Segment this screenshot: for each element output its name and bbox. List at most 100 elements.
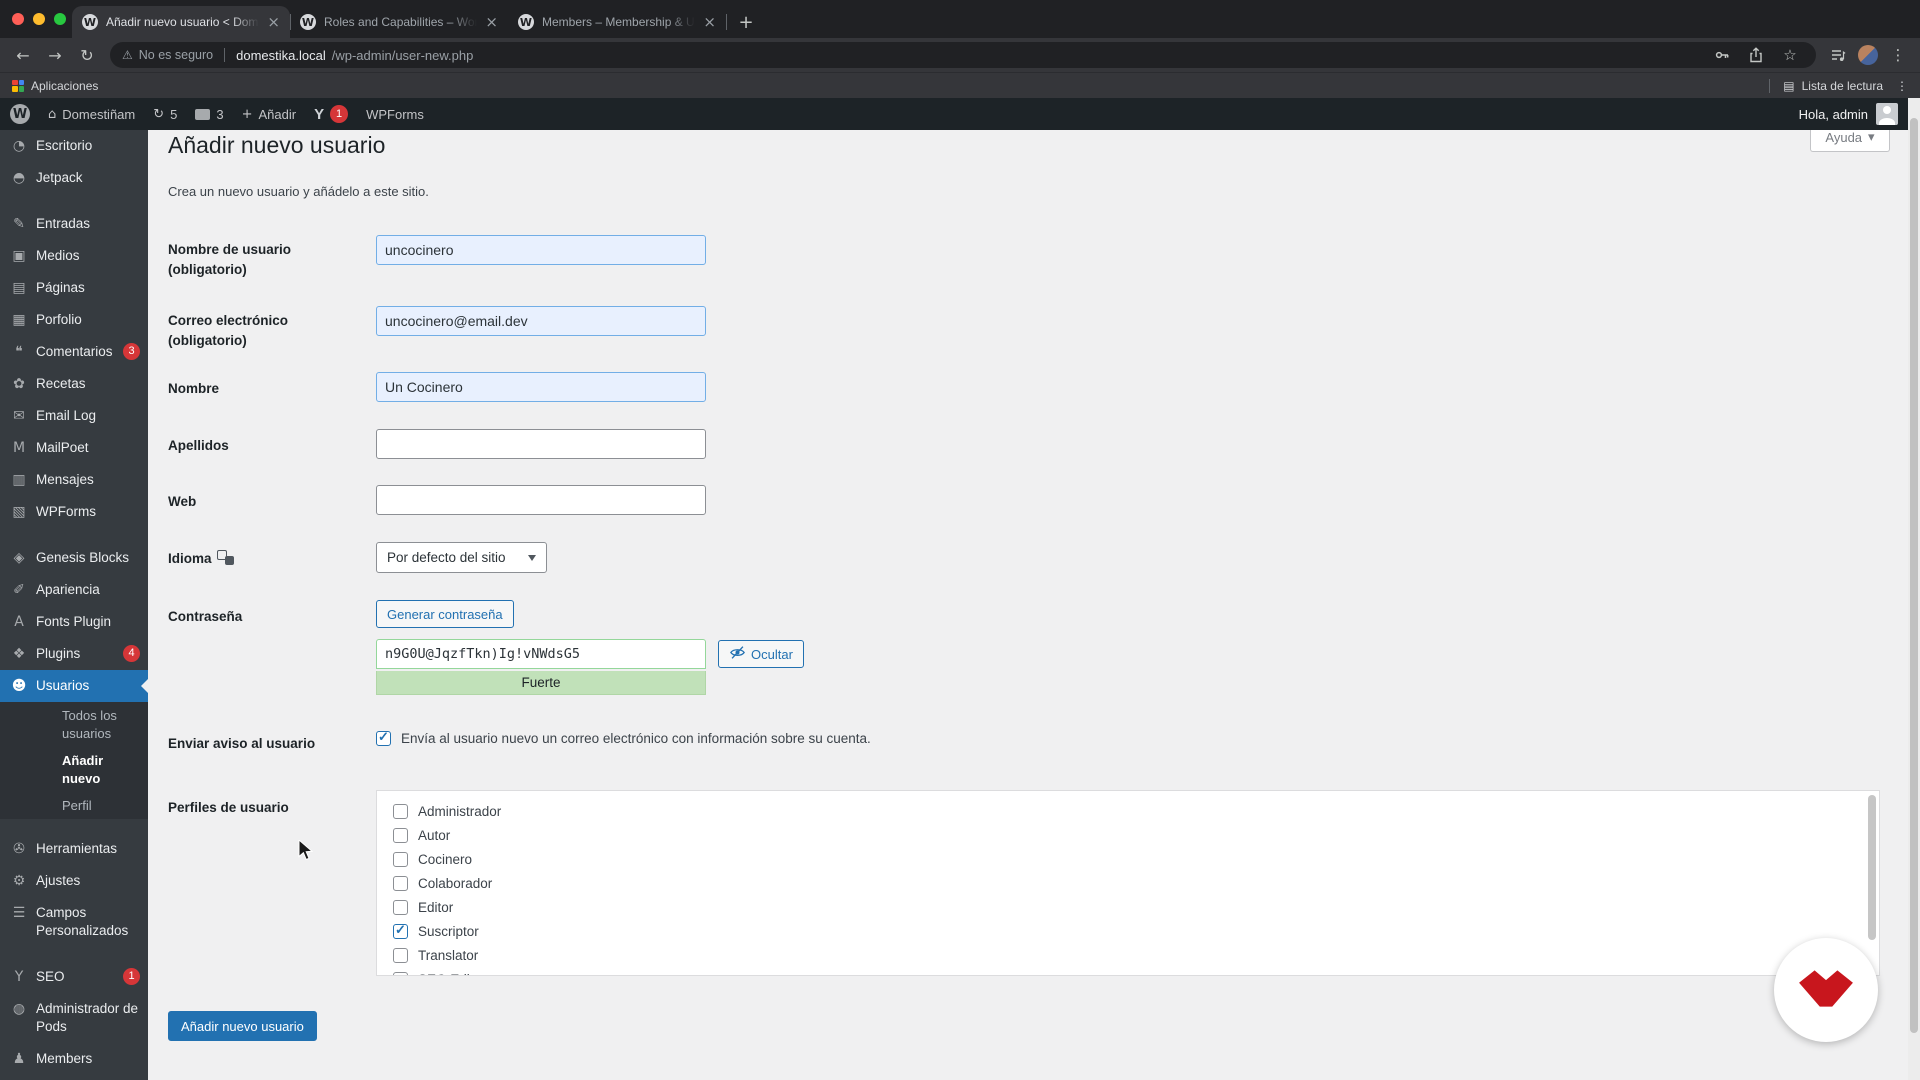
send-notice-option[interactable]: Envía al usuario nuevo un correo electró…: [376, 729, 871, 746]
sidebar-item[interactable]: ✿ Recetas: [0, 368, 148, 400]
roles-scrollbar-thumb[interactable]: [1868, 795, 1876, 940]
wpforms-menu[interactable]: WPForms: [366, 107, 424, 122]
extension-icon[interactable]: [1824, 41, 1852, 69]
role-checkbox[interactable]: [393, 875, 408, 891]
domestika-logo-widget[interactable]: [1774, 938, 1878, 1042]
sidebar-item[interactable]: ▧ WPForms: [0, 496, 148, 528]
comment-icon: [195, 108, 211, 120]
user-avatar[interactable]: [1876, 103, 1898, 125]
sidebar-item[interactable]: ♟ Members: [0, 1043, 148, 1075]
browser-tab[interactable]: W Añadir nuevo usuario < Domes ×: [72, 6, 290, 38]
language-select[interactable]: Por defecto del sitio: [376, 542, 547, 573]
minimize-window-button[interactable]: [33, 13, 45, 25]
role-checkbox[interactable]: [393, 899, 408, 915]
sidebar-item[interactable]: ◓ Jetpack: [0, 162, 148, 194]
role-label: Administrador: [418, 803, 502, 819]
new-tab-button[interactable]: +: [726, 6, 766, 38]
role-checkbox[interactable]: [393, 851, 408, 867]
username-field[interactable]: [376, 235, 706, 265]
scrollbar-thumb[interactable]: [1910, 118, 1918, 1033]
tab-close-icon[interactable]: ×: [267, 13, 280, 31]
sidebar-item[interactable]: ❖ Plugins 4: [0, 638, 148, 670]
browser-tab-bar: W Añadir nuevo usuario < Domes × W Roles…: [0, 0, 1920, 38]
email-field[interactable]: [376, 306, 706, 336]
sidebar-item[interactable]: ☻ Usuarios: [0, 670, 148, 702]
comments-menu[interactable]: 3: [195, 107, 224, 122]
add-user-submit-button[interactable]: Añadir nuevo usuario: [168, 1011, 317, 1041]
yoast-seo-menu[interactable]: Y 1: [314, 105, 349, 123]
messages-icon: ▥: [12, 472, 26, 488]
reading-list-icon[interactable]: ▤: [1783, 79, 1794, 93]
browser-tab[interactable]: W Roles and Capabilities – WordP ×: [290, 6, 508, 38]
send-notice-checkbox[interactable]: [376, 729, 391, 746]
bookmark-star-icon[interactable]: ☆: [1776, 41, 1804, 69]
wp-logo-menu[interactable]: W: [10, 104, 30, 124]
role-option[interactable]: Cocinero: [377, 847, 1879, 871]
help-tab[interactable]: Ayuda ▾: [1810, 130, 1890, 152]
role-checkbox[interactable]: [393, 947, 408, 963]
sidebar-item[interactable]: ◍ Administrador de Pods: [0, 993, 148, 1043]
browser-menu-kebab-icon[interactable]: ⋮: [1884, 41, 1912, 69]
site-name-menu[interactable]: ⌂ Domestiñam: [48, 107, 135, 122]
first-name-field[interactable]: [376, 372, 706, 402]
last-name-field[interactable]: [376, 429, 706, 459]
apps-grid-icon[interactable]: [12, 79, 24, 92]
page-scrollbar[interactable]: [1908, 98, 1920, 1080]
sidebar-item[interactable]: ✐ Apariencia: [0, 574, 148, 606]
role-option[interactable]: Administrador: [377, 799, 1879, 823]
account-greeting[interactable]: Hola, admin: [1799, 107, 1868, 122]
role-option[interactable]: Suscriptor: [377, 919, 1879, 943]
browser-tab[interactable]: W Members – Membership & Use ×: [508, 6, 726, 38]
reload-icon[interactable]: ↻: [72, 41, 102, 69]
new-content-menu[interactable]: + Añadir: [242, 107, 296, 122]
sidebar-item[interactable]: Todos los usuarios: [0, 702, 148, 747]
password-field[interactable]: [376, 639, 706, 669]
password-key-icon[interactable]: [1708, 41, 1736, 69]
role-checkbox[interactable]: [393, 827, 408, 843]
sidebar-item[interactable]: ◈ Genesis Blocks: [0, 542, 148, 574]
sidebar-item[interactable]: ✎ Entradas: [0, 208, 148, 240]
role-option[interactable]: Translator: [377, 943, 1879, 967]
role-option[interactable]: Editor: [377, 895, 1879, 919]
sidebar-item[interactable]: ❝ Comentarios 3: [0, 336, 148, 368]
sidebar-item[interactable]: ⚙ Ajustes: [0, 865, 148, 897]
forward-icon[interactable]: →: [40, 41, 70, 69]
sidebar-item[interactable]: Perfil: [0, 792, 148, 819]
profile-avatar[interactable]: [1854, 41, 1882, 69]
apps-bookmark[interactable]: Aplicaciones: [31, 79, 98, 93]
sidebar-item[interactable]: Añadir nuevo: [0, 747, 148, 792]
role-checkbox[interactable]: [393, 803, 408, 819]
close-window-button[interactable]: [12, 13, 24, 25]
sidebar-item[interactable]: ◎ Smush: [0, 1075, 148, 1080]
back-icon[interactable]: ←: [8, 41, 38, 69]
website-field[interactable]: [376, 485, 706, 515]
tab-close-icon[interactable]: ×: [485, 13, 498, 31]
address-bar[interactable]: ⚠ No es seguro domestika.local /wp-admin…: [110, 42, 1816, 68]
sidebar-item[interactable]: ▦ Porfolio: [0, 304, 148, 336]
sidebar-item[interactable]: ▥ Mensajes: [0, 464, 148, 496]
role-option[interactable]: Autor: [377, 823, 1879, 847]
sidebar-item[interactable]: A Fonts Plugin: [0, 606, 148, 638]
sidebar-item[interactable]: ✉ Email Log: [0, 400, 148, 432]
tab-close-icon[interactable]: ×: [703, 13, 716, 31]
sidebar-item[interactable]: ▣ Medios: [0, 240, 148, 272]
sidebar-item[interactable]: M MailPoet: [0, 432, 148, 464]
sidebar-item[interactable]: ▤ Páginas: [0, 272, 148, 304]
share-icon[interactable]: [1742, 41, 1770, 69]
wordpress-favicon: W: [518, 14, 534, 30]
bookmarks-kebab-icon[interactable]: ⋮: [1896, 79, 1908, 93]
role-checkbox[interactable]: [393, 971, 408, 975]
sidebar-item[interactable]: Y SEO 1: [0, 961, 148, 993]
hide-password-button[interactable]: Ocultar: [718, 640, 804, 668]
role-checkbox[interactable]: [393, 922, 408, 939]
updates-menu[interactable]: ↻ 5: [153, 107, 177, 122]
role-label: Autor: [418, 827, 451, 843]
sidebar-item[interactable]: ☰ Campos Personalizados: [0, 897, 148, 947]
generate-password-button[interactable]: Generar contraseña: [376, 600, 514, 628]
role-option[interactable]: Colaborador: [377, 871, 1879, 895]
maximize-window-button[interactable]: [54, 13, 66, 25]
sidebar-item[interactable]: ◔ Escritorio: [0, 130, 148, 162]
sidebar-item[interactable]: ✇ Herramientas: [0, 833, 148, 865]
role-option[interactable]: SEO Editor: [377, 967, 1879, 975]
reading-list-button[interactable]: Lista de lectura: [1802, 79, 1883, 93]
